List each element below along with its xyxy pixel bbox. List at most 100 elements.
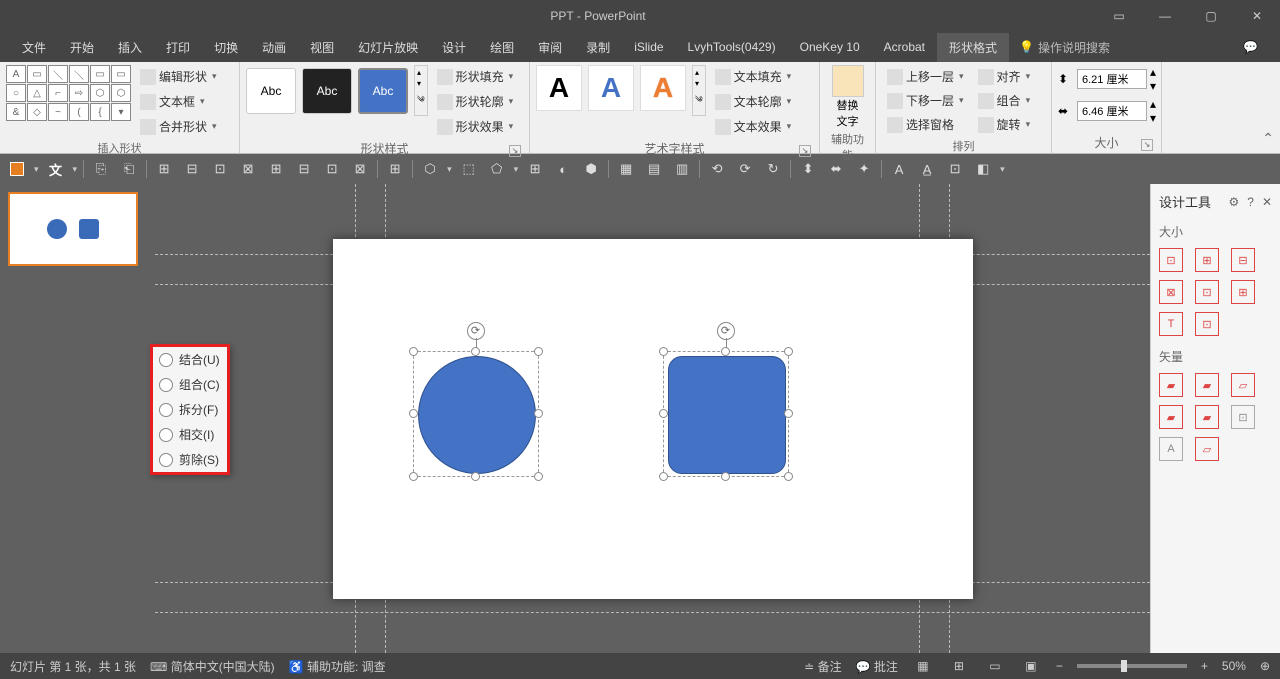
dialog-launcher[interactable]: ↘ [799, 145, 811, 157]
shape-circle[interactable] [418, 356, 536, 474]
vector-tool-4[interactable]: ▰ [1159, 405, 1183, 429]
tool-cube[interactable]: ⬢ [580, 158, 602, 180]
collapse-ribbon-button[interactable]: ⌃ [1262, 130, 1274, 147]
edit-shape-button[interactable]: 编辑形状▾ [135, 65, 222, 88]
slide-indicator[interactable]: 幻灯片 第 1 张，共 1 张 [10, 658, 136, 675]
vector-tool-1[interactable]: ▰ [1159, 373, 1183, 397]
tool-17[interactable]: ⟲ [706, 158, 728, 180]
shape-fill-button[interactable]: 形状填充▾ [432, 65, 519, 88]
menu-record[interactable]: 录制 [574, 33, 622, 62]
tool-4[interactable]: ⊟ [181, 158, 203, 180]
fill-color-swatch[interactable] [6, 158, 28, 180]
style-preset-3[interactable]: Abc [358, 68, 408, 114]
tool-2[interactable]: ⎗ [118, 158, 140, 180]
wordart-gallery[interactable]: A A A ▴▾༄ [536, 65, 706, 116]
merge-fragment[interactable]: 拆分(F) [153, 397, 227, 422]
tool-20[interactable]: ⬍ [797, 158, 819, 180]
tool-8[interactable]: ⊟ [293, 158, 315, 180]
menu-view[interactable]: 视图 [298, 33, 346, 62]
tool-18[interactable]: ⟳ [734, 158, 756, 180]
text-fill-button[interactable]: 文本填充▾ [710, 65, 797, 88]
send-backward-button[interactable]: 下移一层▾ [882, 89, 969, 112]
gear-icon[interactable]: ⚙ [1228, 195, 1239, 209]
comments-toggle[interactable]: 💬 [1231, 34, 1270, 60]
tool-26[interactable]: ◧ [972, 158, 994, 180]
tool-13[interactable]: ◐ [552, 158, 574, 180]
textbox-button[interactable]: 文本框▾ [135, 90, 222, 113]
rotate-button[interactable]: 旋转▾ [973, 113, 1036, 136]
menu-lvyhtools[interactable]: LvyhTools(0429) [676, 34, 788, 60]
normal-view-icon[interactable]: ▦ [912, 657, 934, 675]
menu-design[interactable]: 设计 [430, 33, 478, 62]
ribbon-display-icon[interactable]: ▭ [1096, 0, 1142, 32]
menu-onekey[interactable]: OneKey 10 [788, 34, 872, 60]
vector-tool-2[interactable]: ▰ [1195, 373, 1219, 397]
sorter-view-icon[interactable]: ⊞ [948, 657, 970, 675]
merge-union[interactable]: 结合(U) [153, 347, 227, 372]
tool-23[interactable]: A [888, 158, 910, 180]
menu-transitions[interactable]: 切换 [202, 33, 250, 62]
group-button[interactable]: 组合▾ [973, 89, 1036, 112]
zoom-out-button[interactable]: − [1056, 659, 1063, 673]
vector-tool-5[interactable]: ▰ [1195, 405, 1219, 429]
shape-effects-button[interactable]: 形状效果▾ [432, 115, 519, 138]
menu-review[interactable]: 审阅 [526, 33, 574, 62]
text-outline-button[interactable]: 文本轮廓▾ [710, 90, 797, 113]
alt-text-button[interactable]: 替换 文字 [832, 65, 864, 129]
tool-6[interactable]: ⊠ [237, 158, 259, 180]
menu-acrobat[interactable]: Acrobat [872, 34, 937, 60]
style-preset-1[interactable]: Abc [246, 68, 296, 114]
size-tool-1[interactable]: ⊡ [1159, 248, 1183, 272]
tool-1[interactable]: ⎘ [90, 158, 112, 180]
tool-12[interactable]: ⊞ [524, 158, 546, 180]
menu-islide[interactable]: iSlide [622, 34, 675, 60]
merge-intersect[interactable]: 相交(I) [153, 422, 227, 447]
menu-shape-format[interactable]: 形状格式 [937, 33, 1009, 62]
vector-tool-8[interactable]: ▱ [1195, 437, 1219, 461]
height-input[interactable] [1077, 69, 1147, 89]
selection-circle[interactable]: ⟳ [413, 351, 539, 477]
help-icon[interactable]: ? [1247, 195, 1254, 209]
size-tool-5[interactable]: ⊡ [1195, 280, 1219, 304]
menu-slideshow[interactable]: 幻灯片放映 [346, 33, 430, 62]
size-tool-3[interactable]: ⊟ [1231, 248, 1255, 272]
tool-9[interactable]: ⊡ [321, 158, 343, 180]
wordart-1[interactable]: A [536, 65, 582, 111]
zoom-level[interactable]: 50% [1222, 659, 1246, 673]
close-button[interactable]: ✕ [1234, 0, 1280, 32]
slide-canvas[interactable]: ⟳ ⟳ [155, 184, 1150, 653]
shape-outline-button[interactable]: 形状轮廓▾ [432, 90, 519, 113]
accessibility-status[interactable]: ♿ 辅助功能: 调查 [289, 658, 386, 675]
text-effects-button[interactable]: 文本效果▾ [710, 115, 797, 138]
shape-rounded-square[interactable] [668, 356, 786, 474]
merge-shapes-button[interactable]: 合并形状▾ [135, 115, 222, 138]
bring-forward-button[interactable]: 上移一层▾ [882, 65, 969, 88]
menu-home[interactable]: 开始 [58, 33, 106, 62]
vector-tool-3[interactable]: ▱ [1231, 373, 1255, 397]
tool-3[interactable]: ⊞ [153, 158, 175, 180]
tool-10[interactable]: ⊠ [349, 158, 371, 180]
comments-button[interactable]: 💬 批注 [856, 658, 898, 675]
tool-11[interactable]: ⊞ [384, 158, 406, 180]
menu-insert[interactable]: 插入 [106, 33, 154, 62]
width-input[interactable] [1077, 101, 1147, 121]
tool-14[interactable]: ▦ [615, 158, 637, 180]
tell-me-search[interactable]: 💡操作说明搜索 [1019, 39, 1110, 56]
shape-gallery[interactable]: A▭＼＼▭▭ ○△⌐⇨⬡⬡ &◇~({▾ [6, 65, 131, 121]
zoom-slider[interactable] [1077, 664, 1187, 668]
tool-5[interactable]: ⊡ [209, 158, 231, 180]
selection-pane-button[interactable]: 选择窗格 [882, 113, 969, 136]
slide-thumbnail-1[interactable] [8, 192, 138, 266]
text-tool-icon[interactable]: 文 [45, 158, 67, 180]
vector-tool-7[interactable]: A [1159, 437, 1183, 461]
size-tool-7[interactable]: T [1159, 312, 1183, 336]
align-button[interactable]: 对齐▾ [973, 65, 1036, 88]
tool-15[interactable]: ▤ [643, 158, 665, 180]
maximize-button[interactable]: ▢ [1188, 0, 1234, 32]
minimize-button[interactable]: — [1142, 0, 1188, 32]
dialog-launcher[interactable]: ↘ [1141, 139, 1153, 151]
size-tool-8[interactable]: ⊡ [1195, 312, 1219, 336]
tool-25[interactable]: ⊡ [944, 158, 966, 180]
tool-crop[interactable]: ⬚ [458, 158, 480, 180]
size-tool-2[interactable]: ⊞ [1195, 248, 1219, 272]
